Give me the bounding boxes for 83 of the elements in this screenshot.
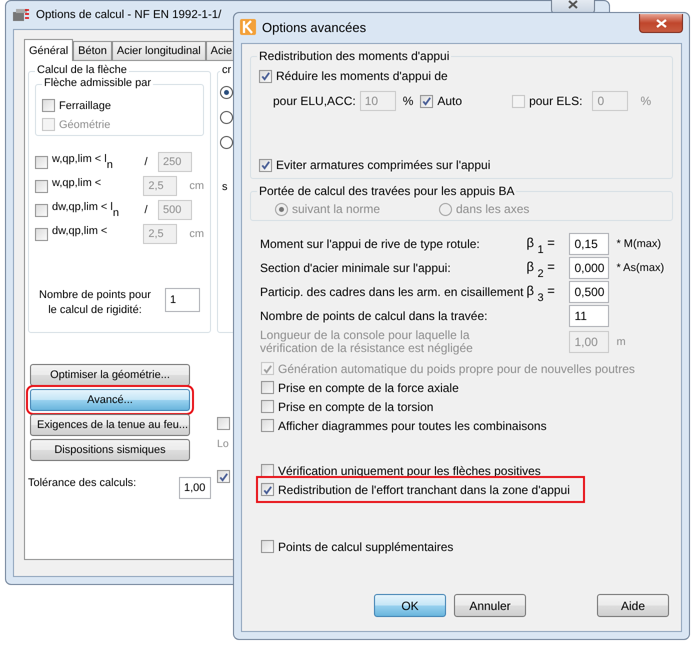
tab[interactable]: Béton (73, 41, 112, 60)
checkbox-label: Eviter armatures comprimées sur l'appui (276, 158, 490, 172)
input-field[interactable]: 0,500 (569, 281, 610, 303)
checkbox-label: Prise en compte de la torsion (278, 400, 434, 414)
close-button[interactable] (639, 14, 683, 33)
checkbox-label: Génération automatique du poids propre pour de nouvelles poutres (278, 362, 635, 376)
field-label: pour ELU,ACC: (273, 94, 356, 108)
checkbox-label: Prise en compte de la force axiale (278, 380, 459, 394)
field-label: Nombre de points de calcul dans la travée: (260, 309, 488, 323)
checkbox[interactable] (261, 381, 274, 394)
separator-label: / (144, 156, 148, 168)
group-title: cr (220, 64, 234, 76)
checkbox-label: Redistribution de l'effort tranchant dans la zone d'appui (278, 482, 570, 496)
checkbox[interactable] (42, 99, 55, 112)
checkbox[interactable] (35, 180, 48, 192)
tab[interactable]: Acier longitudinal (112, 41, 206, 60)
window-title: Options avancées (262, 20, 366, 34)
group-title: Calcul de la flèche (35, 64, 129, 76)
checkbox-label: Points de calcul supplémentaires (278, 540, 454, 554)
radio-button[interactable] (220, 111, 233, 124)
close-icon (568, 0, 578, 8)
checkbox[interactable] (261, 400, 274, 413)
field-label: Tolérance des calculs: (28, 477, 136, 489)
checkbox[interactable] (261, 540, 274, 553)
button[interactable]: OK (374, 594, 446, 617)
checkbox[interactable] (217, 470, 230, 483)
unit-label: * As(max) (616, 262, 664, 274)
unit-label: * M(max) (616, 238, 662, 250)
unit-label: cm (189, 180, 204, 192)
button[interactable]: Aide (597, 594, 669, 617)
group-title: Flèche admissible par (42, 77, 153, 89)
field-label: Particip. des cadres dans les arm. en cisaillement (260, 285, 524, 299)
checkbox-label: pour ELS: (529, 94, 582, 108)
checkbox[interactable] (259, 70, 272, 82)
radio-label: suivant la norme (292, 202, 380, 216)
button[interactable]: Optimiser la géométrie... (30, 364, 190, 386)
field-label: Section d'acier minimale sur l'appui: (260, 261, 452, 275)
input-field[interactable]: 0,000 (569, 257, 610, 279)
checkbox-label: dw,qp,lim < (52, 225, 108, 237)
close-icon (656, 18, 666, 28)
input-field[interactable]: 1,00 (179, 477, 211, 499)
group-title: Redistribution des moments d'appui (257, 49, 452, 63)
checkbox[interactable] (261, 419, 274, 432)
checkbox[interactable] (261, 483, 274, 496)
input-field[interactable]: 0,15 (569, 233, 610, 255)
unit-label: m (616, 336, 627, 348)
tab[interactable]: Général (24, 39, 74, 61)
button[interactable]: Annuler (454, 594, 526, 617)
radio-button[interactable] (220, 136, 233, 149)
checkbox-label: Afficher diagrammes pour toutes les combinaisons (278, 418, 547, 432)
checkbox[interactable] (35, 228, 48, 240)
unit-label: % (402, 94, 414, 108)
field-label: Longueur de la console pour laquelle la vérification de la résistance est négligée (260, 329, 474, 355)
radio-button[interactable] (220, 86, 233, 99)
field-label: Nombre de points pour le calcul de rigidité: (38, 288, 152, 318)
checkbox[interactable] (35, 204, 48, 216)
checkbox[interactable] (217, 417, 230, 430)
unit-label: % (640, 94, 652, 108)
input-field[interactable]: 11 (569, 305, 610, 327)
checkbox[interactable] (261, 464, 274, 477)
unit-label: cm (189, 228, 204, 240)
checkbox[interactable] (259, 158, 272, 172)
separator-label: / (144, 204, 148, 216)
field-label: Moment sur l'appui de rive de type rotule: (260, 237, 481, 251)
option-label: Lo (217, 438, 229, 450)
beam-icon (12, 7, 30, 23)
button[interactable]: Exigences de la tenue au feu... (30, 414, 190, 436)
window-title: Options de calcul - NF EN 1992-1-1/ (36, 9, 222, 21)
checkbox[interactable] (512, 94, 526, 108)
checkbox-label: Auto (437, 94, 462, 108)
radio-label: dans les axes (456, 202, 530, 216)
checkbox-label: Géométrie (59, 118, 110, 130)
checkbox-label: Réduire les moments d'appui de (276, 69, 448, 83)
button[interactable]: Dispositions sismiques (30, 439, 190, 461)
checkbox-label: Vérification uniquement pour les flèches positives (278, 464, 541, 478)
option-label: s (222, 181, 228, 193)
checkbox-label: w,qp,lim < (52, 177, 102, 189)
group-title: Portée de calcul des travées pour les appuis BA (257, 184, 516, 198)
input-field[interactable]: 1 (165, 288, 200, 312)
checkbox[interactable] (35, 156, 48, 168)
checkbox[interactable] (420, 94, 434, 108)
app-logo-icon (240, 19, 256, 35)
checkbox-label: Ferraillage (59, 100, 111, 112)
